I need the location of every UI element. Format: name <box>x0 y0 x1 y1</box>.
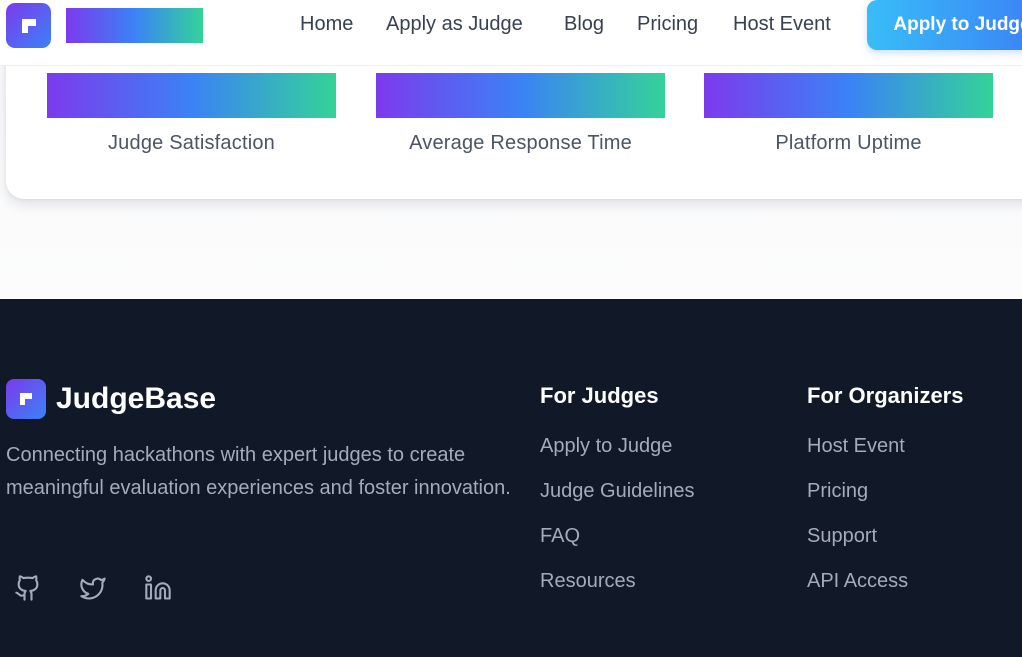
logo-glyph <box>21 18 36 33</box>
footer-link-host-event[interactable]: Host Event <box>807 435 963 480</box>
stat-label: Judge Satisfaction <box>107 132 276 154</box>
stat-value-bar <box>376 73 665 118</box>
logo-glyph <box>20 393 32 405</box>
site-header: Home Apply as Judge Blog Pricing Host Ev… <box>0 0 1022 66</box>
stat-value-bar <box>47 73 336 118</box>
stat-value-bar <box>704 73 993 118</box>
footer-link-judge-guidelines[interactable]: Judge Guidelines <box>540 480 695 525</box>
footer-brand-name: JudgeBase <box>56 382 217 415</box>
footer-link-support[interactable]: Support <box>807 525 963 570</box>
stat-label: Platform Uptime <box>775 132 922 154</box>
footer-logo-icon[interactable] <box>6 379 46 419</box>
nav-host-event-link[interactable]: Host Event <box>733 13 831 36</box>
linkedin-icon[interactable] <box>144 574 172 602</box>
twitter-icon[interactable] <box>79 574 107 602</box>
footer-column-for-organizers: For Organizers Host Event Pricing Suppor… <box>807 383 963 615</box>
logo-icon[interactable] <box>6 3 51 48</box>
apply-to-judge-button[interactable]: Apply to Judge <box>867 0 1022 50</box>
footer-link-list: Host Event Pricing Support API Access <box>807 435 963 615</box>
footer-link-resources[interactable]: Resources <box>540 570 695 615</box>
footer-link-list: Apply to Judge Judge Guidelines FAQ Reso… <box>540 435 695 615</box>
nav-apply-as-judge-link[interactable]: Apply as Judge <box>386 13 523 36</box>
footer-column-title: For Judges <box>540 383 659 408</box>
stat-platform-uptime: Platform Uptime <box>704 73 993 163</box>
nav-home-link[interactable]: Home <box>300 13 353 36</box>
nav-blog-link[interactable]: Blog <box>564 13 604 36</box>
footer-column-title: For Organizers <box>807 383 964 408</box>
brand-name-bar[interactable] <box>66 8 203 43</box>
footer-column-for-judges: For Judges Apply to Judge Judge Guidelin… <box>540 383 695 615</box>
footer-link-apply-to-judge[interactable]: Apply to Judge <box>540 435 695 480</box>
footer-link-faq[interactable]: FAQ <box>540 525 695 570</box>
nav-pricing-link[interactable]: Pricing <box>637 13 698 36</box>
footer-link-api-access[interactable]: API Access <box>807 570 963 615</box>
site-footer: JudgeBase Connecting hackathons with exp… <box>0 299 1022 657</box>
stat-average-response-time: Average Response Time <box>376 73 665 163</box>
github-icon[interactable] <box>14 574 42 602</box>
stat-judge-satisfaction: Judge Satisfaction <box>47 73 336 163</box>
footer-description: Connecting hackathons with expert judges… <box>6 444 511 499</box>
stat-label: Average Response Time <box>409 132 632 154</box>
footer-link-pricing[interactable]: Pricing <box>807 480 963 525</box>
